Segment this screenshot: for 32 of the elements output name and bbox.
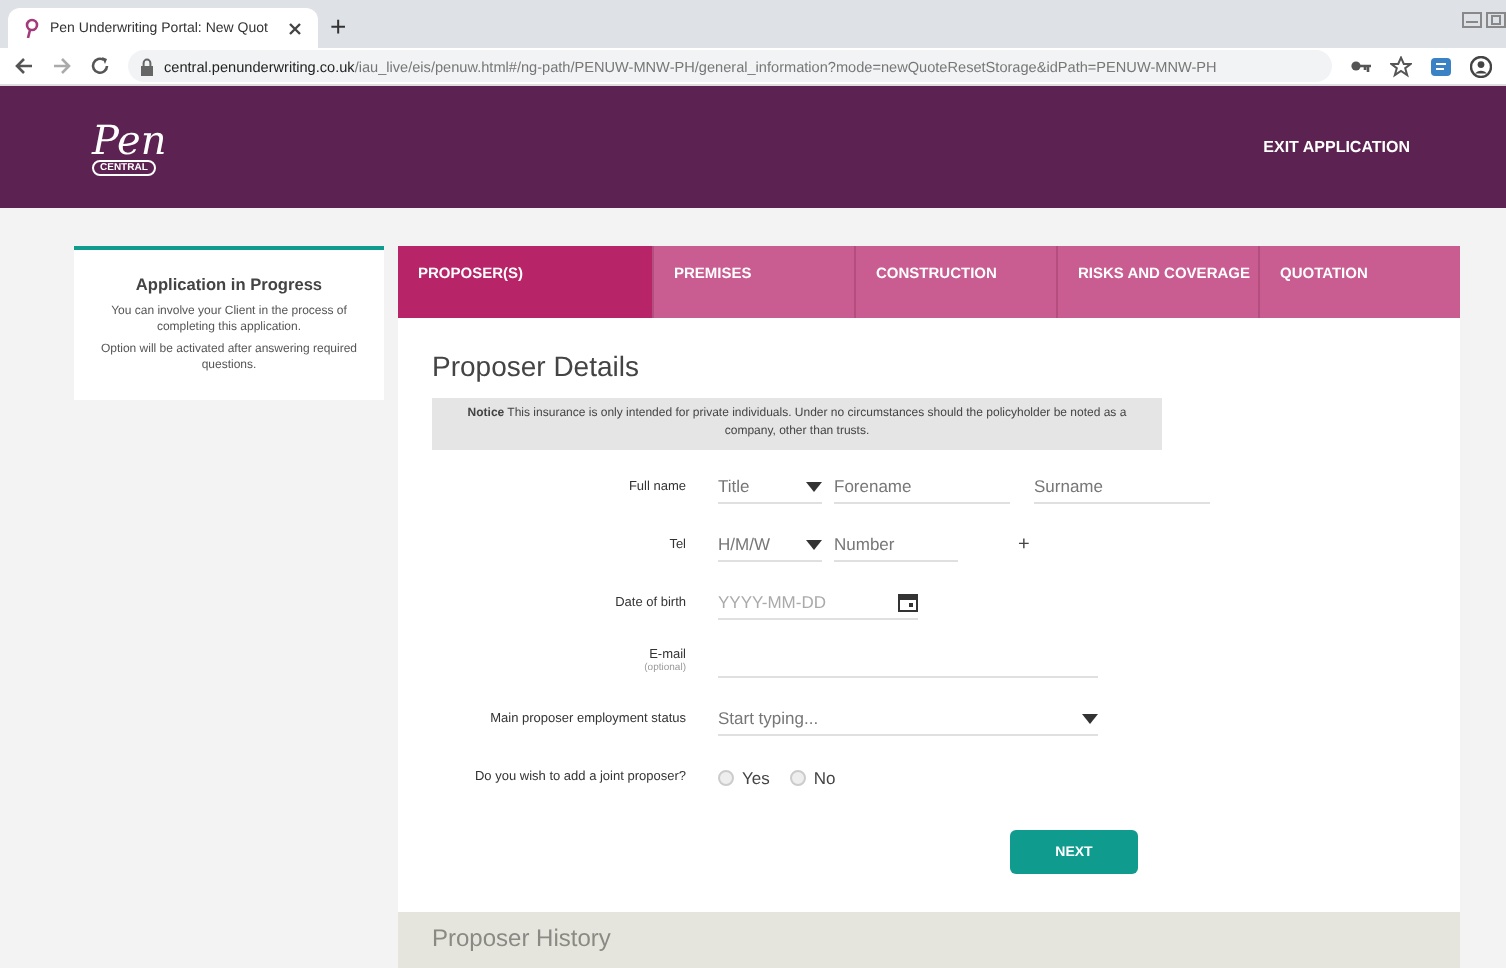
radio-button[interactable]: [718, 769, 734, 785]
input-field[interactable]: Number: [834, 529, 958, 561]
add-button[interactable]: +: [1018, 534, 1030, 556]
date-field[interactable]: YYYY-MM-DD: [718, 587, 918, 619]
caret-icon: [1082, 713, 1098, 723]
back-icon: [14, 56, 34, 76]
section-title: Proposer Details: [432, 350, 641, 382]
radio-label[interactable]: Yes: [742, 767, 770, 787]
card-title: Application in Progress: [133, 274, 325, 294]
calendar-icon: [898, 592, 918, 612]
star-icon: [1390, 55, 1412, 77]
radio-button[interactable]: [789, 769, 806, 785]
caret-icon: [806, 481, 822, 491]
close-icon: [288, 21, 302, 35]
input-field[interactable]: Surname: [1034, 471, 1210, 503]
lock-icon: [140, 57, 154, 75]
key-icon: [1350, 58, 1372, 74]
dropdown-field[interactable]: Start typing...: [718, 703, 1098, 735]
account-icon: [1470, 55, 1492, 77]
minimize-icon: [1462, 12, 1482, 28]
select-field[interactable]: Title: [718, 471, 822, 503]
extension-icon: [1430, 55, 1452, 77]
forward-icon: [52, 56, 72, 76]
restore-icon: [1486, 12, 1506, 28]
new-tab-button[interactable]: +: [318, 8, 359, 44]
select-field[interactable]: H/M/W: [718, 529, 822, 561]
reload-icon: [90, 56, 110, 76]
radio-label[interactable]: No: [813, 767, 836, 787]
exit-application-link[interactable]: EXIT APPLICATION: [1263, 138, 1410, 156]
section-title: Proposer History: [398, 912, 1460, 968]
caret-icon: [806, 539, 822, 549]
input-field[interactable]: Forename: [834, 471, 1010, 503]
